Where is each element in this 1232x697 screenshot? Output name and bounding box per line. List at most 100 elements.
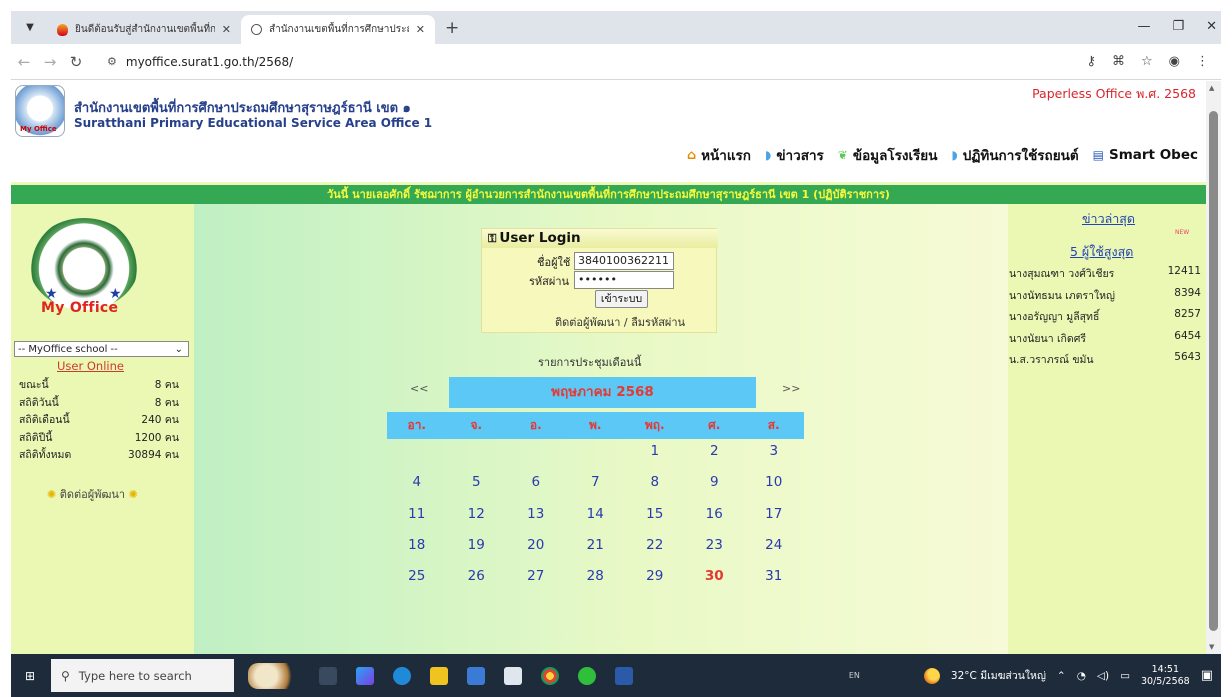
url-field[interactable]: ⚙ myoffice.surat1.go.th/2568/ [97, 48, 1086, 75]
weather-text[interactable]: 32°C มีเมฆส่วนใหญ่ [951, 667, 1046, 684]
calendar-day[interactable]: 5 [447, 474, 507, 505]
calendar-day[interactable]: 4 [387, 474, 447, 505]
restore-icon[interactable]: ❐ [1172, 19, 1184, 34]
close-window-icon[interactable]: ✕ [1206, 19, 1217, 34]
tab-title: ยินดีต้อนรับสู่สำนักงานเขตพื้นที่การศึ [75, 24, 215, 35]
next-month-button[interactable]: >> [782, 382, 800, 395]
mail-icon[interactable] [504, 666, 522, 685]
login-title: ⚿ User Login [488, 230, 581, 246]
calendar-day[interactable]: 28 [566, 568, 626, 599]
close-tab-icon[interactable]: ✕ [416, 23, 425, 36]
language-indicator[interactable]: EN [849, 671, 860, 680]
top-users-title[interactable]: 5 ผู้ใช้สูงสุด [1070, 242, 1133, 262]
back-icon[interactable]: ← [11, 53, 37, 71]
clock[interactable]: 14:51 30/5/2568 [1141, 664, 1190, 688]
calendar-day[interactable]: 22 [625, 537, 685, 568]
nav-news[interactable]: ◗ ข่าวสาร [765, 144, 824, 166]
password-field[interactable]: •••••• [574, 271, 674, 289]
keyboard-icon[interactable]: ▭ [1120, 670, 1130, 682]
calendar-day[interactable]: 6 [506, 474, 566, 505]
contact-developer-link[interactable]: ✺ ติดต่อผู้พัฒนา ✺ [47, 485, 138, 503]
store-icon[interactable] [467, 666, 485, 685]
volume-icon[interactable]: ◁) [1097, 670, 1109, 682]
login-button[interactable]: เข้าระบบ [595, 290, 648, 308]
weekday-header-cell: พ. [565, 412, 625, 439]
news-widget-icon[interactable] [248, 662, 300, 689]
calendar-day[interactable]: 13 [506, 506, 566, 537]
calendar-day[interactable]: 1 [625, 443, 685, 474]
globe-icon [251, 24, 262, 35]
calendar-day[interactable]: 2 [685, 443, 745, 474]
scroll-down-icon[interactable]: ▼ [1209, 643, 1214, 651]
nav-smart-obec[interactable]: ▤ Smart Obec [1093, 144, 1198, 166]
line-icon[interactable] [578, 666, 596, 685]
web-page: My Office สำนักงานเขตพื้นที่การศึกษาประถ… [11, 81, 1206, 654]
profile-icon[interactable]: ◉ [1169, 54, 1180, 69]
password-key-icon[interactable]: ⚷ [1086, 54, 1096, 69]
tray-arrow-icon[interactable]: ⌃ [1057, 670, 1066, 682]
calendar-day-today[interactable]: 30 [685, 568, 745, 599]
calendar-day[interactable]: 16 [685, 506, 745, 537]
calendar-day[interactable]: 26 [447, 568, 507, 599]
calendar-day[interactable]: 25 [387, 568, 447, 599]
site-info-icon[interactable]: ⚙ [107, 55, 117, 68]
minimize-icon[interactable]: — [1137, 19, 1150, 34]
calendar-day[interactable]: 14 [566, 506, 626, 537]
calendar-day[interactable]: 17 [744, 506, 804, 537]
calendar-day[interactable]: 11 [387, 506, 447, 537]
nav-car-calendar[interactable]: ◗ ปฏิทินการใช้รถยนต์ [951, 144, 1078, 166]
calendar-day[interactable]: 23 [685, 537, 745, 568]
translate-icon[interactable]: ⌘ [1112, 54, 1125, 69]
calendar-day[interactable]: 19 [447, 537, 507, 568]
calendar-day[interactable]: 24 [744, 537, 804, 568]
browser-tab-2[interactable]: สำนักงานเขตพื้นที่การศึกษาประถมศึ ✕ [241, 15, 435, 44]
weather-icon[interactable] [923, 667, 940, 684]
notifications-icon[interactable]: ▣ [1201, 668, 1213, 683]
taskbar-search[interactable]: ⚲ Type here to search [51, 659, 234, 692]
tab-search-dropdown-icon[interactable]: ▼ [17, 14, 43, 40]
calendar-day[interactable]: 7 [566, 474, 626, 505]
username-field[interactable]: 3840100362211 [574, 252, 674, 270]
calendar-day[interactable]: 8 [625, 474, 685, 505]
weekday-header-cell: ศ. [684, 412, 744, 439]
calendar-day[interactable]: 18 [387, 537, 447, 568]
school-select[interactable]: -- MyOffice school -- ⌄ [14, 341, 189, 357]
reload-icon[interactable]: ↻ [63, 53, 89, 71]
scroll-up-icon[interactable]: ▲ [1209, 84, 1214, 92]
calendar-day[interactable]: 3 [744, 443, 804, 474]
nav-school-info[interactable]: ❦ ข้อมูลโรงเรียน [838, 144, 938, 166]
bookmark-star-icon[interactable]: ☆ [1141, 54, 1153, 69]
user-online-link[interactable]: User Online [57, 359, 124, 373]
browser-tab-1[interactable]: ยินดีต้อนรับสู่สำนักงานเขตพื้นที่การศึ ✕ [47, 15, 241, 44]
calendar-day[interactable]: 27 [506, 568, 566, 599]
prev-month-button[interactable]: << [410, 382, 428, 395]
logo-caption: My Office [20, 125, 57, 133]
windows-start-icon[interactable]: ⊞ [15, 669, 45, 683]
calendar-day[interactable]: 9 [685, 474, 745, 505]
login-links[interactable]: ติดต่อผู้พัฒนา / ลืมรหัสผ่าน [555, 313, 685, 331]
page-scrollbar[interactable]: ▲ ▼ [1206, 81, 1221, 654]
forward-icon[interactable]: → [37, 53, 63, 71]
scrollbar-thumb[interactable] [1209, 111, 1218, 631]
edge-icon[interactable] [393, 666, 411, 685]
org-name-en: Suratthani Primary Educational Service A… [74, 116, 433, 130]
calendar-day[interactable]: 12 [447, 506, 507, 537]
calendar-day[interactable]: 21 [566, 537, 626, 568]
calendar-month-title: พฤษภาคม 2568 [449, 377, 756, 408]
network-icon[interactable]: ◔ [1077, 670, 1086, 682]
close-tab-icon[interactable]: ✕ [222, 23, 231, 36]
app-icon[interactable] [356, 666, 374, 685]
calendar-day[interactable]: 31 [744, 568, 804, 599]
calendar-day[interactable]: 10 [744, 474, 804, 505]
menu-icon[interactable]: ⋮ [1196, 54, 1209, 69]
chrome-icon[interactable] [541, 666, 559, 685]
calendar-day[interactable]: 29 [625, 568, 685, 599]
word-icon[interactable] [615, 666, 633, 685]
latest-news-link[interactable]: ข่าวล่าสุด [1082, 209, 1135, 229]
task-view-icon[interactable] [319, 666, 337, 685]
new-tab-icon[interactable]: + [445, 18, 459, 38]
calendar-day[interactable]: 20 [506, 537, 566, 568]
nav-home[interactable]: ⌂ หน้าแรก [687, 144, 751, 166]
calendar-day[interactable]: 15 [625, 506, 685, 537]
file-explorer-icon[interactable] [430, 666, 448, 685]
